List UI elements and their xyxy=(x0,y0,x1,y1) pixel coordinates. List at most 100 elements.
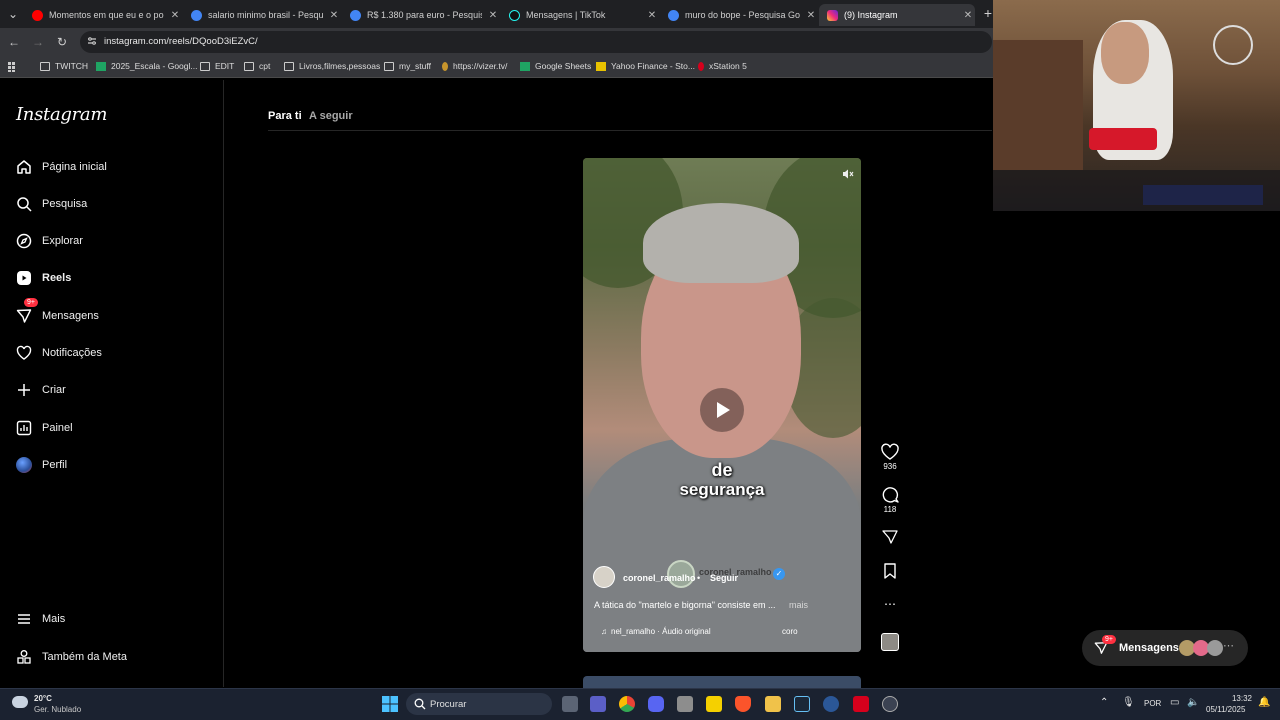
browser-tab-3[interactable]: R$ 1.380 para euro - Pesquisa ✕ xyxy=(342,4,500,26)
share-icon[interactable] xyxy=(879,529,901,545)
site-info-icon[interactable] xyxy=(87,36,97,46)
photos-icon[interactable] xyxy=(677,696,693,712)
url-text[interactable]: instagram.com/reels/DQooD3iEZvC/ xyxy=(104,36,258,47)
network-icon[interactable]: ▭ xyxy=(1170,697,1179,708)
browser-tab-1[interactable]: Momentos em que eu e o poli ✕ xyxy=(24,4,182,26)
author-avatar[interactable] xyxy=(593,566,615,588)
obs-icon[interactable] xyxy=(882,696,898,712)
nav-more[interactable]: Mais xyxy=(16,607,65,631)
bookmark-edit[interactable]: EDIT xyxy=(200,61,234,71)
nav-profile[interactable]: Perfil xyxy=(16,453,67,477)
messages-popup-button[interactable]: 9+ Mensagens ⋯ xyxy=(1082,630,1248,666)
task-view-icon[interactable] xyxy=(562,696,578,712)
close-tab-icon[interactable]: ✕ xyxy=(645,10,659,21)
nav-reels[interactable]: Reels xyxy=(16,266,71,290)
windows-start-icon[interactable] xyxy=(382,696,398,712)
weather-desc[interactable]: Ger. Nublado xyxy=(34,705,81,714)
steam-icon[interactable] xyxy=(794,696,810,712)
bookmark-vizer[interactable]: https://vizer.tv/ xyxy=(442,61,507,71)
sidebar-divider xyxy=(223,80,224,687)
save-bookmark-icon[interactable] xyxy=(879,563,901,579)
notification-bell-icon[interactable]: 🔔 xyxy=(1258,697,1270,708)
discord-icon[interactable] xyxy=(648,696,664,712)
bookmark-xstation[interactable]: xStation 5 xyxy=(698,61,747,71)
music-note-icon: ♫ xyxy=(601,627,607,636)
bookmark-yahoo-finance[interactable]: Yahoo Finance - Sto... xyxy=(596,61,695,71)
microphone-icon[interactable]: 🎙 xyxy=(1122,697,1135,708)
muted-speaker-icon[interactable] xyxy=(842,168,854,180)
teams-icon[interactable] xyxy=(590,696,606,712)
chevron-up-icon[interactable]: ⌃ xyxy=(1100,697,1108,708)
apps-grid-icon[interactable] xyxy=(8,62,18,72)
menu-icon xyxy=(16,611,32,627)
bookmark-cpt[interactable]: cpt xyxy=(244,61,270,71)
instagram-logo[interactable]: Instagram xyxy=(16,104,107,125)
close-tab-icon[interactable]: ✕ xyxy=(486,10,500,21)
bookmark-twitch[interactable]: TWITCH xyxy=(40,61,88,71)
tab-search-chevron-icon[interactable]: ⌄ xyxy=(5,6,21,22)
nav-dashboard[interactable]: Painel xyxy=(16,416,73,440)
language-indicator[interactable]: POR xyxy=(1144,699,1161,708)
tab-for-you[interactable]: Para ti xyxy=(268,110,302,122)
comment-button[interactable] xyxy=(879,486,901,503)
volume-icon[interactable]: 🔈 xyxy=(1187,697,1199,708)
file-explorer-icon[interactable] xyxy=(765,696,781,712)
chrome-icon[interactable] xyxy=(619,696,635,712)
audio-thumbnail[interactable] xyxy=(881,633,899,651)
clock-time[interactable]: 13:32 xyxy=(1224,694,1252,703)
browser-tab-5[interactable]: muro do bope - Pesquisa Goog ✕ xyxy=(660,4,818,26)
nav-home[interactable]: Página inicial xyxy=(16,155,107,179)
follow-button[interactable]: Seguir xyxy=(710,573,738,583)
clock-date[interactable]: 05/11/2025 xyxy=(1206,705,1245,714)
nav-messages[interactable]: 9+ Mensagens xyxy=(16,298,99,328)
play-button[interactable] xyxy=(700,388,744,432)
app-icon[interactable] xyxy=(823,696,839,712)
bookmark-google-sheets[interactable]: Google Sheets xyxy=(520,61,591,71)
nav-label: Pesquisa xyxy=(42,198,88,210)
nav-search[interactable]: Pesquisa xyxy=(16,192,87,216)
nav-create[interactable]: Criar xyxy=(16,378,66,402)
tab-following[interactable]: A seguir xyxy=(309,110,353,122)
verified-badge-icon: ✓ xyxy=(773,568,785,580)
messages-badge: 9+ xyxy=(1102,635,1116,644)
next-reel-preview[interactable] xyxy=(583,676,861,688)
instagram-icon xyxy=(827,9,838,21)
bookmark-label: cpt xyxy=(259,61,271,71)
forward-arrow-icon[interactable]: → xyxy=(30,34,46,50)
weather-temp[interactable]: 20°C xyxy=(34,694,52,703)
author-username[interactable]: coronel_ramalho xyxy=(623,573,696,583)
back-arrow-icon[interactable]: ← xyxy=(6,34,22,50)
nav-also-from-meta[interactable]: Também da Meta xyxy=(16,645,127,669)
adobe-icon[interactable] xyxy=(853,696,869,712)
sticky-notes-icon[interactable] xyxy=(706,696,722,712)
reload-icon[interactable]: ↻ xyxy=(54,34,70,50)
browser-tab-active[interactable]: (9) Instagram ✕ xyxy=(819,4,975,26)
more-link[interactable]: mais xyxy=(789,600,808,610)
site-icon xyxy=(596,61,606,71)
browser-tab-2[interactable]: salario minimo brasil - Pesquisa ✕ xyxy=(183,4,341,26)
bookmark-label: Google Sheets xyxy=(535,61,592,71)
folder-icon xyxy=(284,61,294,71)
close-tab-icon[interactable]: ✕ xyxy=(327,10,341,21)
like-button[interactable] xyxy=(879,443,901,460)
reel-video[interactable]: de segurança coronel_ramalho coro nel_ram… xyxy=(583,158,861,652)
audio-label[interactable]: nel_ramalho · Áudio original xyxy=(611,627,711,636)
bookmark-escala[interactable]: 2025_Escala - Googl... xyxy=(96,61,197,71)
dot-separator: • xyxy=(697,573,701,583)
cloud-weather-icon[interactable] xyxy=(12,696,28,708)
taskbar-search[interactable]: Procurar xyxy=(406,693,552,715)
close-tab-icon[interactable]: ✕ xyxy=(804,10,818,21)
brave-icon[interactable] xyxy=(735,696,751,712)
close-tab-icon[interactable]: ✕ xyxy=(168,10,182,21)
close-tab-icon[interactable]: ✕ xyxy=(961,10,975,21)
bookmark-my-stuff[interactable]: my_stuff xyxy=(384,61,431,71)
nav-explore[interactable]: Explorar xyxy=(16,229,83,253)
nav-notifications[interactable]: Notificações xyxy=(16,341,102,365)
bookmark-livros[interactable]: Livros,filmes,pessoas xyxy=(284,61,380,71)
browser-tab-4[interactable]: Mensagens | TikTok ✕ xyxy=(501,4,659,26)
subtitle-word-2: segurança xyxy=(679,480,765,499)
bookmark-label: Yahoo Finance - Sto... xyxy=(611,61,695,71)
more-options-icon[interactable]: ⋯ xyxy=(879,597,901,611)
tab-title: salario minimo brasil - Pesquisa xyxy=(208,10,323,20)
nav-label: Reels xyxy=(42,272,72,284)
